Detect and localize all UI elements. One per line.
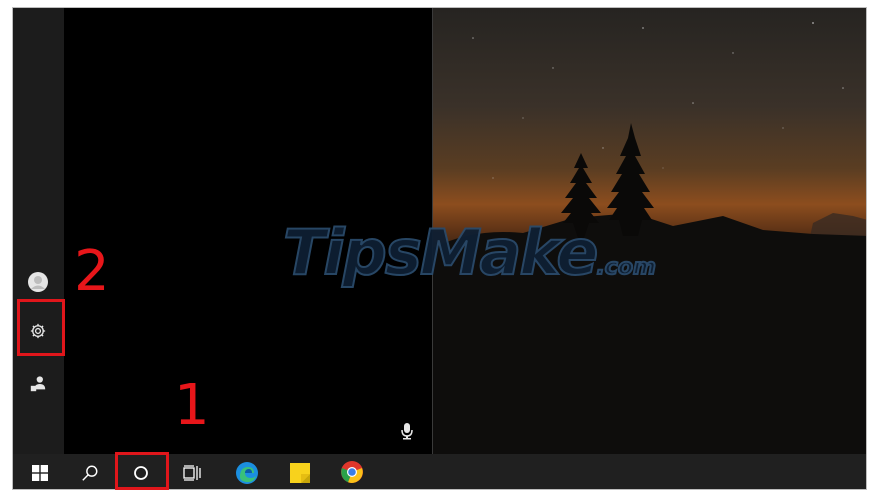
- step-1-label: 1: [174, 373, 210, 438]
- edge-button[interactable]: [230, 454, 264, 489]
- sticky-notes-button[interactable]: [283, 454, 317, 489]
- watermark-suffix: .com: [595, 254, 656, 281]
- sticky-notes-icon: [290, 462, 310, 483]
- task-view-icon: [183, 464, 201, 481]
- settings-highlight-box: [17, 299, 65, 356]
- edge-icon: [236, 461, 258, 484]
- start-button[interactable]: [25, 454, 55, 489]
- start-menu-rail: [13, 8, 64, 454]
- avatar-icon[interactable]: [27, 271, 49, 293]
- cortana-highlight-box: [115, 452, 169, 490]
- task-view-button[interactable]: [177, 454, 207, 489]
- microphone-icon[interactable]: [400, 422, 414, 444]
- desktop-screen: TipsMake.com: [12, 7, 867, 490]
- chrome-icon: [341, 460, 363, 483]
- watermark-text: TipsMake: [282, 215, 599, 290]
- step-2-label: 2: [74, 239, 110, 304]
- search-icon: [82, 465, 98, 481]
- windows-logo-icon: [32, 464, 48, 481]
- user-switch-icon[interactable]: [27, 373, 49, 395]
- search-button[interactable]: [75, 454, 105, 489]
- tipsmake-watermark: TipsMake.com: [282, 215, 657, 290]
- chrome-button[interactable]: [335, 454, 369, 489]
